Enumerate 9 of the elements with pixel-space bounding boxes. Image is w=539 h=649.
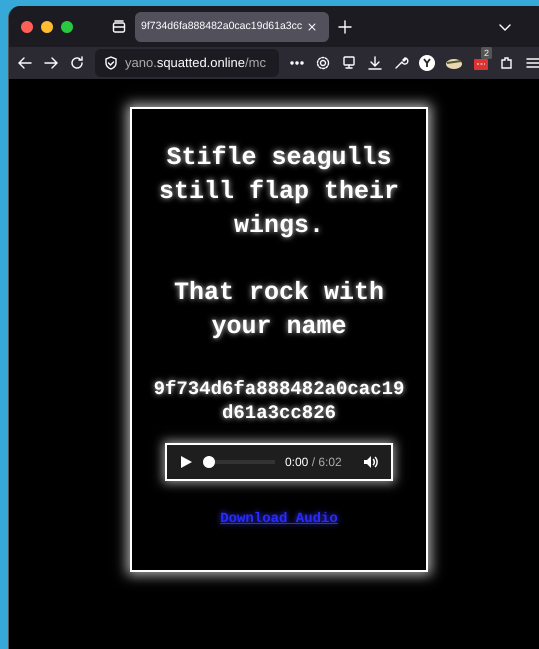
heading: Stifle seagulls still flap their wings.: [158, 142, 400, 242]
notification-badge: 2: [481, 47, 492, 59]
browser-tab[interactable]: 9f734d6fa888482a0cac19d61a3cc: [135, 12, 329, 42]
hash-text: 9f734d6fa888482a0cac19d61a3cc826: [152, 377, 406, 425]
address-bar[interactable]: yano.squatted.online/mc: [95, 49, 279, 77]
subheading: That rock with your name: [172, 277, 386, 343]
tab-title: 9f734d6fa888482a0cac19d61a3cc: [141, 18, 302, 34]
url-text: yano.squatted.online/mc: [125, 54, 267, 72]
time-display: 0:00 / 6:02: [285, 454, 342, 471]
